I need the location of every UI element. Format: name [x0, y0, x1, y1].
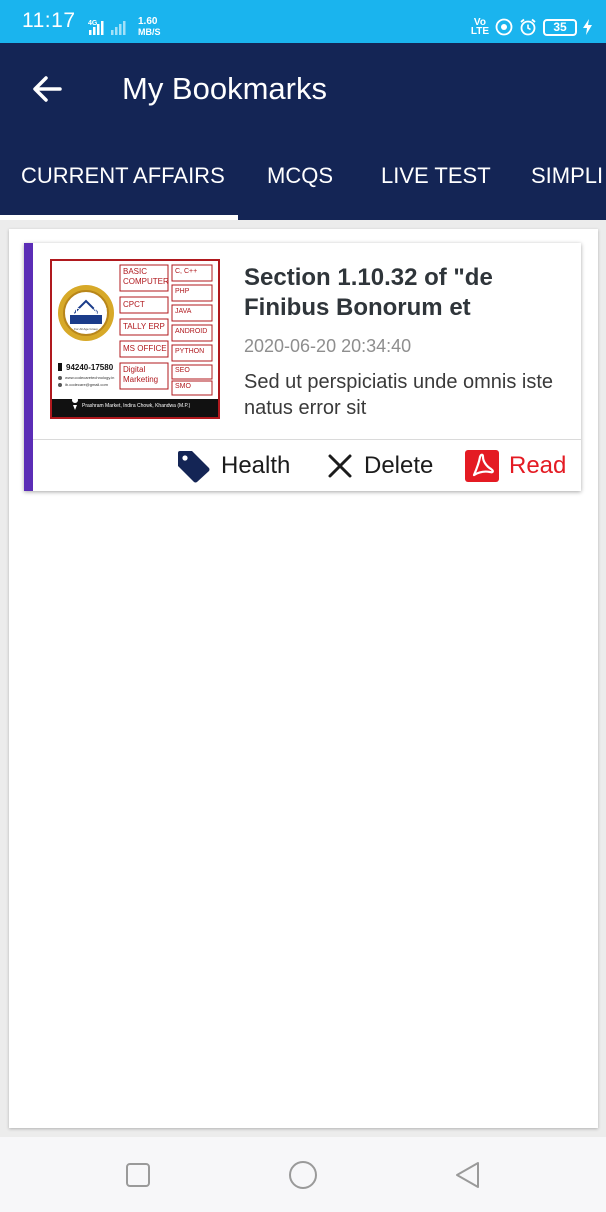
volte-indicator: Vo LTE [470, 17, 489, 37]
network-speed: 1.60 MB/S [138, 16, 161, 38]
thumb-course: C, C++ [175, 268, 198, 275]
bookmark-card[interactable]: CODE CARE For All Age Group BASIC COMPUT… [24, 243, 581, 491]
thumb-web: www.codecaretechnology.in [65, 375, 115, 380]
status-bar: 11:17 4G 1.60 MB/S Vo LTE 35 [0, 0, 606, 43]
pdf-icon [465, 450, 499, 482]
thumb-course: PHP [175, 288, 190, 295]
back-nav-icon[interactable] [452, 1159, 484, 1191]
network-type: 4G [88, 20, 98, 27]
thumb-course: PYTHON [175, 348, 205, 355]
thumb-course: SMO [175, 383, 191, 390]
status-time: 11:17 [22, 9, 76, 32]
thumb-course: TALLY ERP [123, 322, 165, 331]
tag-label: Health [221, 452, 291, 479]
bookmark-description: Sed ut perspiciatis unde omnis iste natu… [244, 371, 554, 419]
thumb-address: Prashram Market, Indira Chowk, Khandwa (… [82, 403, 191, 409]
back-arrow-icon[interactable] [22, 67, 72, 111]
alarm-icon [520, 18, 536, 36]
tab-current-affairs[interactable]: CURRENT AFFAIRS [21, 163, 225, 189]
bookmark-date: 2020-06-20 20:34:40 [244, 336, 412, 356]
close-icon [328, 454, 352, 478]
card-divider [33, 439, 581, 440]
app-bar: My Bookmarks [0, 43, 606, 133]
delete-label: Delete [364, 452, 434, 479]
thumb-course: BASIC COMPUTER [123, 267, 169, 286]
read-label: Read [509, 452, 567, 479]
thumb-brand: CODE CARE [64, 308, 107, 315]
tab-live-test[interactable]: LIVE TEST [381, 163, 491, 189]
thumb-brand-sub: For All Age Group [74, 327, 98, 331]
home-icon[interactable] [287, 1159, 319, 1191]
tab-bar: CURRENT AFFAIRS MCQS LIVE TEST SIMPLI [0, 133, 606, 220]
read-pdf-button[interactable]: Read [465, 449, 566, 483]
thumb-phone: 94240-17580 [66, 363, 114, 372]
signal-icon: 4G [88, 20, 126, 35]
speed-unit: MB/S [138, 27, 161, 37]
thumb-course: CPCT [123, 300, 145, 309]
bookmark-title[interactable]: Section 1.10.32 of "de Finibus Bonorum e… [244, 263, 579, 323]
recent-apps-icon[interactable] [122, 1159, 154, 1191]
tab-mcqs[interactable]: MCQS [267, 163, 333, 189]
tag-button[interactable]: Health [175, 449, 290, 483]
system-nav-bar [0, 1137, 606, 1212]
delete-button[interactable]: Delete [326, 449, 433, 483]
page-title: My Bookmarks [122, 71, 327, 106]
thumb-course: JAVA [175, 308, 192, 315]
thumb-course: SEO [175, 367, 190, 374]
thumb-course: ANDROID [175, 328, 208, 335]
bookmark-list[interactable]: CODE CARE For All Age Group BASIC COMPUT… [9, 229, 598, 1128]
bookmark-thumbnail: CODE CARE For All Age Group BASIC COMPUT… [50, 259, 220, 419]
speed-value: 1.60 [138, 16, 158, 27]
charging-icon [583, 19, 592, 35]
tab-simpli[interactable]: SIMPLI [531, 163, 603, 189]
tag-icon [178, 451, 210, 483]
thumb-email: ib.codecare@gmail.com [65, 382, 108, 387]
battery-indicator: 35 [543, 18, 577, 36]
thumb-course: MS OFFICE [123, 344, 167, 353]
tab-selected-indicator [0, 215, 238, 220]
hotspot-icon [495, 18, 513, 36]
status-right: Vo LTE 35 [471, 16, 592, 38]
thumb-course: Digital Marketing [123, 365, 159, 384]
